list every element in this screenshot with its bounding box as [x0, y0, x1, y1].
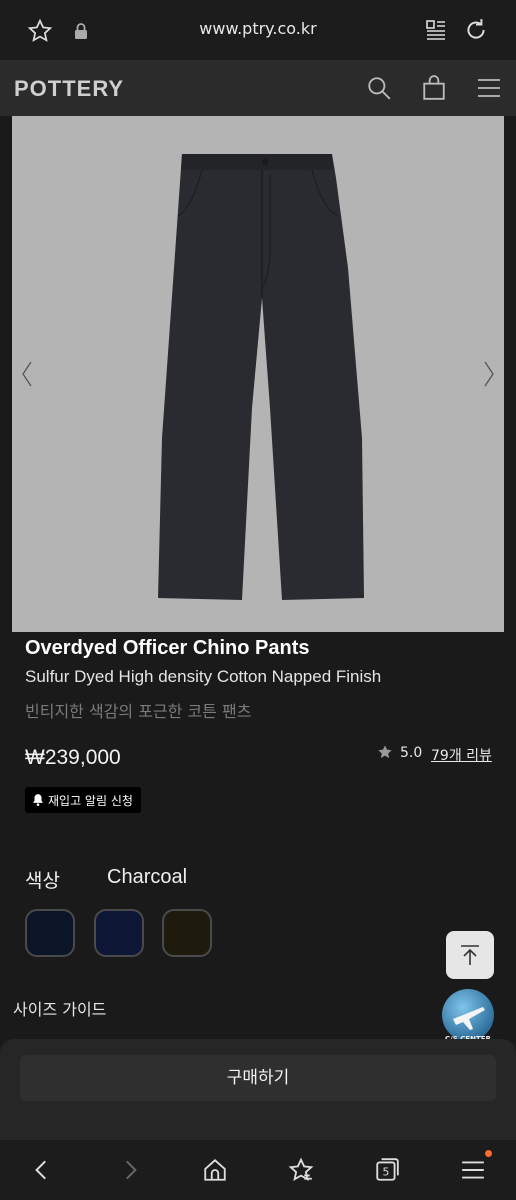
color-swatch-brown[interactable]: [162, 909, 212, 957]
chevron-left-icon[interactable]: [20, 360, 34, 388]
bell-icon: [33, 794, 43, 806]
size-guide-link[interactable]: 사이즈 가이드: [13, 996, 106, 1020]
rating-score: 5.0: [400, 745, 423, 761]
arrow-up-icon: [461, 945, 479, 965]
product-price: ₩239,000: [25, 746, 121, 769]
tabs-count: 5: [382, 1165, 389, 1178]
search-icon[interactable]: [366, 75, 392, 101]
pants-image: [158, 154, 364, 600]
site-logo[interactable]: POTTERY: [14, 76, 124, 102]
back-icon[interactable]: [29, 1157, 55, 1183]
product-name: Overdyed Officer Chino Pants: [25, 637, 310, 659]
site-header: POTTERY: [0, 60, 516, 116]
shopping-bag-icon[interactable]: [421, 75, 447, 101]
reviews-link[interactable]: 79개 리뷰: [431, 745, 492, 765]
purchase-sheet: 구매하기: [0, 1039, 516, 1140]
selected-color: Charcoal: [107, 866, 188, 888]
tabs-icon[interactable]: 5: [374, 1157, 400, 1183]
forward-icon[interactable]: [117, 1157, 143, 1183]
restock-alert-label: 재입고 알림 신청: [48, 793, 133, 808]
notification-dot: [485, 1150, 492, 1157]
product-subtitle: Sulfur Dyed High density Cotton Napped F…: [25, 667, 382, 686]
color-swatch-charcoal[interactable]: [25, 909, 75, 957]
cs-center-badge[interactable]: C/S CENTER: [439, 989, 497, 1045]
scroll-to-top-button[interactable]: [446, 931, 494, 979]
buy-button[interactable]: 구매하기: [20, 1055, 496, 1101]
browser-bottom-nav: 5: [0, 1140, 516, 1200]
hamburger-menu-icon[interactable]: [477, 76, 501, 100]
restock-alert-button[interactable]: 재입고 알림 신청: [25, 787, 141, 813]
home-icon[interactable]: [202, 1157, 228, 1183]
color-label: 색상: [25, 870, 60, 892]
chevron-right-icon[interactable]: [482, 360, 496, 388]
product-image[interactable]: [12, 116, 504, 632]
color-swatch-navy[interactable]: [94, 909, 144, 957]
reload-icon[interactable]: [463, 17, 489, 43]
reader-mode-icon[interactable]: [424, 18, 448, 42]
menu-icon[interactable]: [460, 1157, 486, 1183]
browser-address-bar: www.ptry.co.kr: [0, 0, 516, 60]
bookmarks-icon[interactable]: [288, 1157, 314, 1183]
product-description: 빈티지한 색감의 포근한 코튼 팬츠: [25, 702, 252, 721]
rating-star-icon: [378, 745, 392, 759]
